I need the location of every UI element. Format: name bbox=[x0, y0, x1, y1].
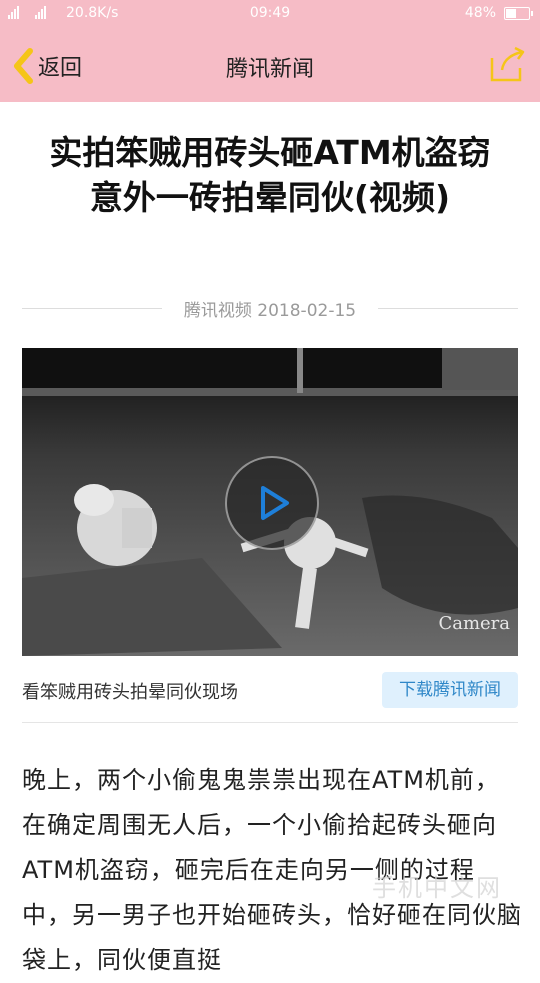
battery-icon bbox=[504, 6, 533, 20]
camera-overlay-label: Camera bbox=[438, 613, 510, 634]
video-player[interactable]: Camera bbox=[22, 348, 518, 656]
source-date: 腾讯视频 2018-02-15 bbox=[183, 301, 357, 321]
video-caption-row: 看笨贼用砖头拍晕同伙现场 下载腾讯新闻 bbox=[22, 672, 518, 712]
battery-percent: 48% bbox=[464, 5, 496, 21]
share-icon[interactable] bbox=[488, 44, 528, 84]
status-bar: 20.8K/s 09:49 48% bbox=[0, 0, 540, 28]
download-app-button[interactable]: 下载腾讯新闻 bbox=[382, 672, 518, 708]
article-meta: 腾讯视频 2018-02-15 bbox=[22, 296, 518, 321]
watermark: 手机中文网 bbox=[372, 874, 502, 902]
status-right: 48% bbox=[464, 5, 533, 21]
video-caption: 看笨贼用砖头拍晕同伙现场 bbox=[22, 682, 238, 703]
play-icon bbox=[261, 486, 289, 520]
article-title: 实拍笨贼用砖头砸ATM机盗窃 意外一砖拍晕同伙(视频) bbox=[49, 133, 491, 217]
content-divider bbox=[22, 722, 518, 723]
nav-title: 腾讯新闻 bbox=[225, 57, 314, 82]
navigation-bar: 返回 腾讯新闻 bbox=[0, 28, 540, 102]
battery-fill bbox=[506, 8, 516, 18]
clock: 09:49 bbox=[249, 5, 291, 21]
play-button[interactable] bbox=[225, 456, 319, 550]
